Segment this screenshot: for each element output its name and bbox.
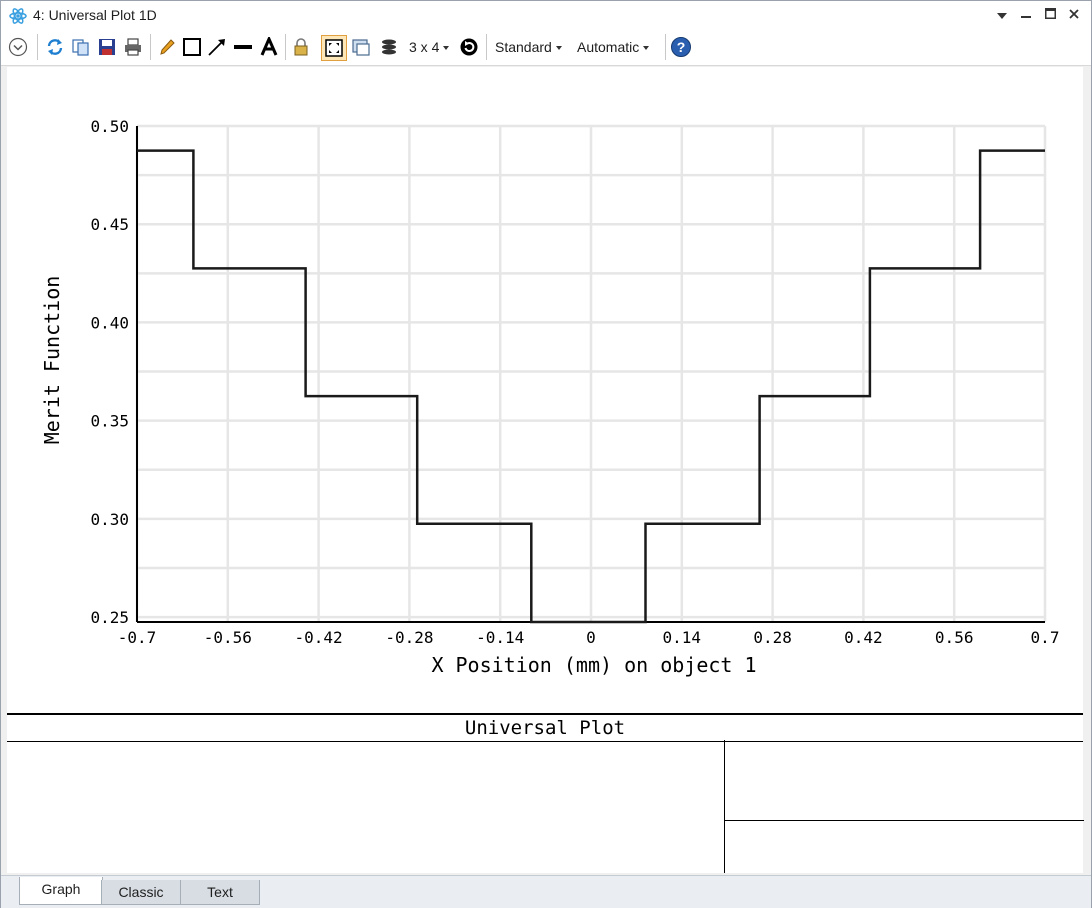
tab-label: Classic bbox=[118, 884, 164, 900]
y-tick-label: 0.25 bbox=[90, 608, 129, 627]
tab-text[interactable]: Text bbox=[180, 880, 260, 905]
footer-info-right-bottom bbox=[724, 821, 1084, 873]
chevron-down-icon bbox=[997, 13, 1007, 19]
chart: -0.7 -0.56 -0.42 -0.28 -0.14 0 0.14 0.28 0.42 0.5… bbox=[40, 117, 1060, 677]
x-tick-label: -0.56 bbox=[204, 628, 252, 647]
maximize-icon bbox=[1044, 8, 1056, 19]
footer-info-left bbox=[7, 740, 723, 873]
x-tick-label: 0 bbox=[586, 628, 596, 647]
toolbar-separator bbox=[665, 34, 666, 60]
automatic-label: Automatic bbox=[577, 39, 640, 55]
lock-button[interactable] bbox=[290, 36, 312, 58]
copy-button[interactable] bbox=[70, 36, 92, 58]
window-button[interactable] bbox=[350, 36, 372, 58]
save-icon bbox=[99, 39, 115, 55]
arrow-icon bbox=[208, 39, 225, 56]
line-button[interactable] bbox=[232, 36, 254, 58]
toolbar: 3 x 4 Standard Automatic ? bbox=[1, 30, 1091, 66]
close-button[interactable] bbox=[1063, 5, 1085, 25]
fit-button[interactable] bbox=[321, 35, 347, 61]
x-tick-label: 0.14 bbox=[663, 628, 702, 647]
pencil-button[interactable] bbox=[156, 36, 178, 58]
x-tick-label: -0.7 bbox=[118, 628, 157, 647]
minimize-icon bbox=[1021, 16, 1031, 18]
copy-icon bbox=[72, 39, 89, 56]
automatic-dropdown[interactable]: Automatic bbox=[577, 39, 650, 55]
standard-dropdown[interactable]: Standard bbox=[495, 39, 562, 55]
footer-info-right-top bbox=[724, 740, 1084, 821]
close-icon bbox=[1069, 9, 1079, 19]
plot-area: -0.7 -0.56 -0.42 -0.28 -0.14 0 0.14 0.28 0.42 0.5… bbox=[7, 67, 1084, 873]
maximize-button[interactable] bbox=[1039, 5, 1061, 25]
rectangle-button[interactable] bbox=[181, 36, 203, 58]
x-tick-label: -0.28 bbox=[385, 628, 433, 647]
layers-icon bbox=[382, 39, 396, 55]
plot-window: 4: Universal Plot 1D 3 x 4 Standard Auto… bbox=[0, 0, 1092, 908]
refresh-button[interactable] bbox=[44, 36, 66, 58]
y-tick-label: 0.30 bbox=[90, 510, 129, 529]
toolbar-separator bbox=[150, 34, 151, 60]
layout-dropdown[interactable]: 3 x 4 bbox=[409, 39, 450, 55]
toolbar-separator bbox=[486, 34, 487, 60]
y-tick-label: 0.40 bbox=[90, 313, 129, 332]
fit-icon bbox=[325, 39, 343, 57]
y-tick-label: 0.35 bbox=[90, 412, 129, 431]
x-tick-label: 0.7 bbox=[1031, 628, 1060, 647]
layers-button[interactable] bbox=[378, 36, 400, 58]
rotate-icon bbox=[460, 38, 478, 56]
x-tick-label: -0.42 bbox=[295, 628, 343, 647]
text-icon bbox=[260, 37, 278, 56]
print-icon bbox=[125, 38, 141, 56]
print-button[interactable] bbox=[122, 36, 144, 58]
footer-title: Universal Plot bbox=[7, 713, 1083, 742]
standard-label: Standard bbox=[495, 39, 552, 55]
save-button[interactable] bbox=[96, 36, 118, 58]
svg-text:?: ? bbox=[677, 39, 686, 55]
rectangle-icon bbox=[183, 38, 201, 56]
toolbar-separator bbox=[285, 34, 286, 60]
x-tick-label: -0.14 bbox=[476, 628, 524, 647]
y-tick-label: 0.45 bbox=[90, 215, 129, 234]
circle-chevron-down-icon bbox=[8, 37, 28, 57]
x-axis-label: X Position (mm) on object 1 bbox=[431, 653, 756, 677]
help-button[interactable]: ? bbox=[670, 36, 692, 58]
collapse-button[interactable] bbox=[7, 36, 29, 58]
title-bar: 4: Universal Plot 1D bbox=[1, 1, 1091, 30]
atom-icon bbox=[8, 6, 28, 31]
help-icon: ? bbox=[671, 37, 691, 57]
line-icon bbox=[234, 45, 252, 49]
y-axis-label: Merit Function bbox=[40, 276, 64, 445]
x-tick-label: 0.28 bbox=[753, 628, 792, 647]
lock-icon bbox=[294, 38, 308, 56]
refresh-icon bbox=[47, 39, 63, 55]
x-tick-label: 0.42 bbox=[844, 628, 883, 647]
pencil-icon bbox=[160, 39, 175, 55]
window-title: 4: Universal Plot 1D bbox=[33, 7, 157, 23]
window-menu-button[interactable] bbox=[991, 5, 1013, 25]
caret-down-icon bbox=[643, 46, 650, 51]
minimize-button[interactable] bbox=[1015, 5, 1037, 25]
tab-label: Graph bbox=[41, 881, 81, 897]
caret-down-icon bbox=[443, 46, 450, 51]
text-button[interactable] bbox=[258, 36, 280, 58]
window-icon bbox=[352, 39, 370, 56]
tab-classic[interactable]: Classic bbox=[101, 880, 181, 905]
toolbar-separator bbox=[37, 34, 38, 60]
tab-label: Text bbox=[207, 884, 233, 900]
tab-bar: Graph Classic Text bbox=[1, 875, 1091, 908]
rotate-button[interactable] bbox=[458, 36, 480, 58]
tab-graph[interactable]: Graph bbox=[19, 877, 103, 905]
x-tick-label: 0.56 bbox=[935, 628, 974, 647]
arrow-button[interactable] bbox=[206, 36, 228, 58]
y-tick-label: 0.50 bbox=[90, 117, 129, 136]
caret-down-icon bbox=[555, 46, 562, 51]
layout-label: 3 x 4 bbox=[409, 39, 440, 55]
grid bbox=[135, 124, 1047, 622]
